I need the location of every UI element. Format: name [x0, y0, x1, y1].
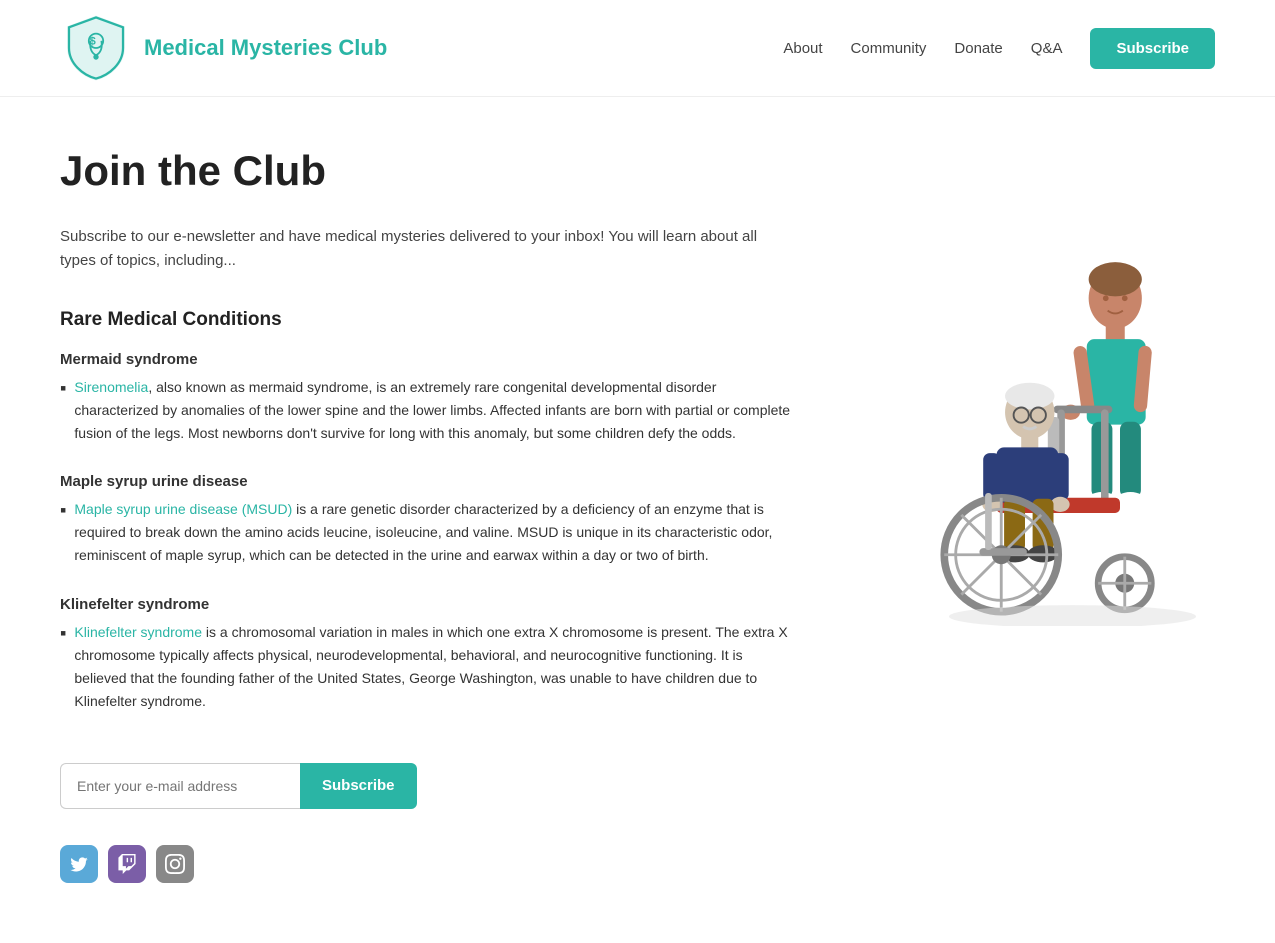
- wheelchair-illustration: [835, 227, 1215, 626]
- twitter-icon: [69, 854, 89, 874]
- intro-text: Subscribe to our e-newsletter and have m…: [60, 225, 795, 273]
- email-input[interactable]: [60, 763, 300, 809]
- twitter-icon-button[interactable]: [60, 845, 98, 883]
- condition-mermaid-item: ▪ Sirenomelia, also known as mermaid syn…: [60, 376, 795, 445]
- site-header: $ Medical Mysteries Club About Community…: [0, 0, 1275, 97]
- main-content: Join the Club Subscribe to our e-newslet…: [0, 97, 1275, 943]
- svg-text:$: $: [90, 35, 96, 47]
- nav-donate[interactable]: Donate: [954, 40, 1002, 57]
- social-icons-row: [60, 845, 795, 883]
- twitch-icon: [117, 854, 137, 874]
- condition-klinefelter-item: ▪ Klinefelter syndrome is a chromosomal …: [60, 621, 795, 713]
- condition-mermaid: Mermaid syndrome ▪ Sirenomelia, also kno…: [60, 351, 795, 445]
- bullet-icon: ▪: [60, 498, 66, 567]
- condition-msud: Maple syrup urine disease ▪ Maple syrup …: [60, 473, 795, 567]
- page-title: Join the Club: [60, 147, 795, 195]
- klinefelter-link[interactable]: Klinefelter syndrome: [74, 624, 202, 640]
- condition-mermaid-title: Mermaid syndrome: [60, 351, 795, 368]
- email-subscribe-section: Subscribe: [60, 763, 795, 809]
- mermaid-desc: , also known as mermaid syndrome, is an …: [74, 379, 790, 441]
- msud-link[interactable]: Maple syrup urine disease (MSUD): [74, 501, 292, 517]
- nav-community[interactable]: Community: [851, 40, 927, 57]
- header-subscribe-button[interactable]: Subscribe: [1090, 28, 1215, 69]
- illustration-area: [835, 147, 1215, 883]
- instagram-icon: [165, 854, 185, 874]
- section-title: Rare Medical Conditions: [60, 309, 795, 331]
- nav-qa[interactable]: Q&A: [1031, 40, 1063, 57]
- condition-klinefelter-text: Klinefelter syndrome is a chromosomal va…: [74, 621, 795, 713]
- condition-klinefelter-title: Klinefelter syndrome: [60, 596, 795, 613]
- instagram-icon-button[interactable]: [156, 845, 194, 883]
- subscribe-button[interactable]: Subscribe: [300, 763, 417, 809]
- condition-msud-text: Maple syrup urine disease (MSUD) is a ra…: [74, 498, 795, 567]
- bullet-icon: ▪: [60, 376, 66, 445]
- twitch-icon-button[interactable]: [108, 845, 146, 883]
- logo-area: $ Medical Mysteries Club: [60, 12, 387, 84]
- main-nav: About Community Donate Q&A Subscribe: [783, 28, 1215, 69]
- bullet-icon: ▪: [60, 621, 66, 713]
- nav-about[interactable]: About: [783, 40, 822, 57]
- sirenomelia-link[interactable]: Sirenomelia: [74, 379, 148, 395]
- condition-klinefelter: Klinefelter syndrome ▪ Klinefelter syndr…: [60, 596, 795, 713]
- condition-msud-item: ▪ Maple syrup urine disease (MSUD) is a …: [60, 498, 795, 567]
- condition-msud-title: Maple syrup urine disease: [60, 473, 795, 490]
- condition-mermaid-text: Sirenomelia, also known as mermaid syndr…: [74, 376, 795, 445]
- content-area: Join the Club Subscribe to our e-newslet…: [60, 147, 795, 883]
- site-title: Medical Mysteries Club: [144, 35, 387, 61]
- logo-icon: $: [60, 12, 132, 84]
